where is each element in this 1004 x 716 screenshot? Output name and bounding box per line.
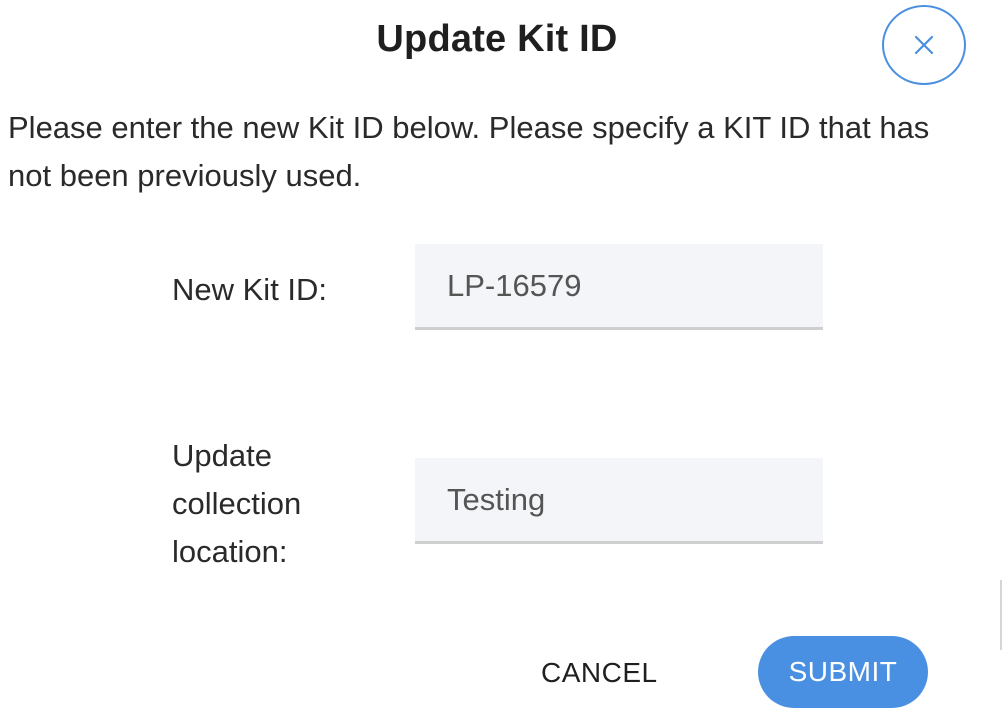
submit-button[interactable]: SUBMIT <box>758 636 928 708</box>
close-icon <box>914 35 934 55</box>
kit-id-label: New Kit ID: <box>172 272 328 307</box>
scrollbar-edge <box>1000 580 1002 650</box>
collection-location-input[interactable] <box>415 458 823 544</box>
collection-location-label: Update collection location: <box>172 438 302 569</box>
dialog-title: Update Kit ID <box>376 18 618 60</box>
update-kit-id-dialog: Update Kit ID Please enter the new Kit I… <box>0 0 1004 716</box>
cancel-button[interactable]: CANCEL <box>535 640 663 706</box>
instructions-text: Please enter the new Kit ID below. Pleas… <box>8 110 930 193</box>
close-button[interactable] <box>882 5 966 85</box>
kit-id-input[interactable] <box>415 244 823 330</box>
